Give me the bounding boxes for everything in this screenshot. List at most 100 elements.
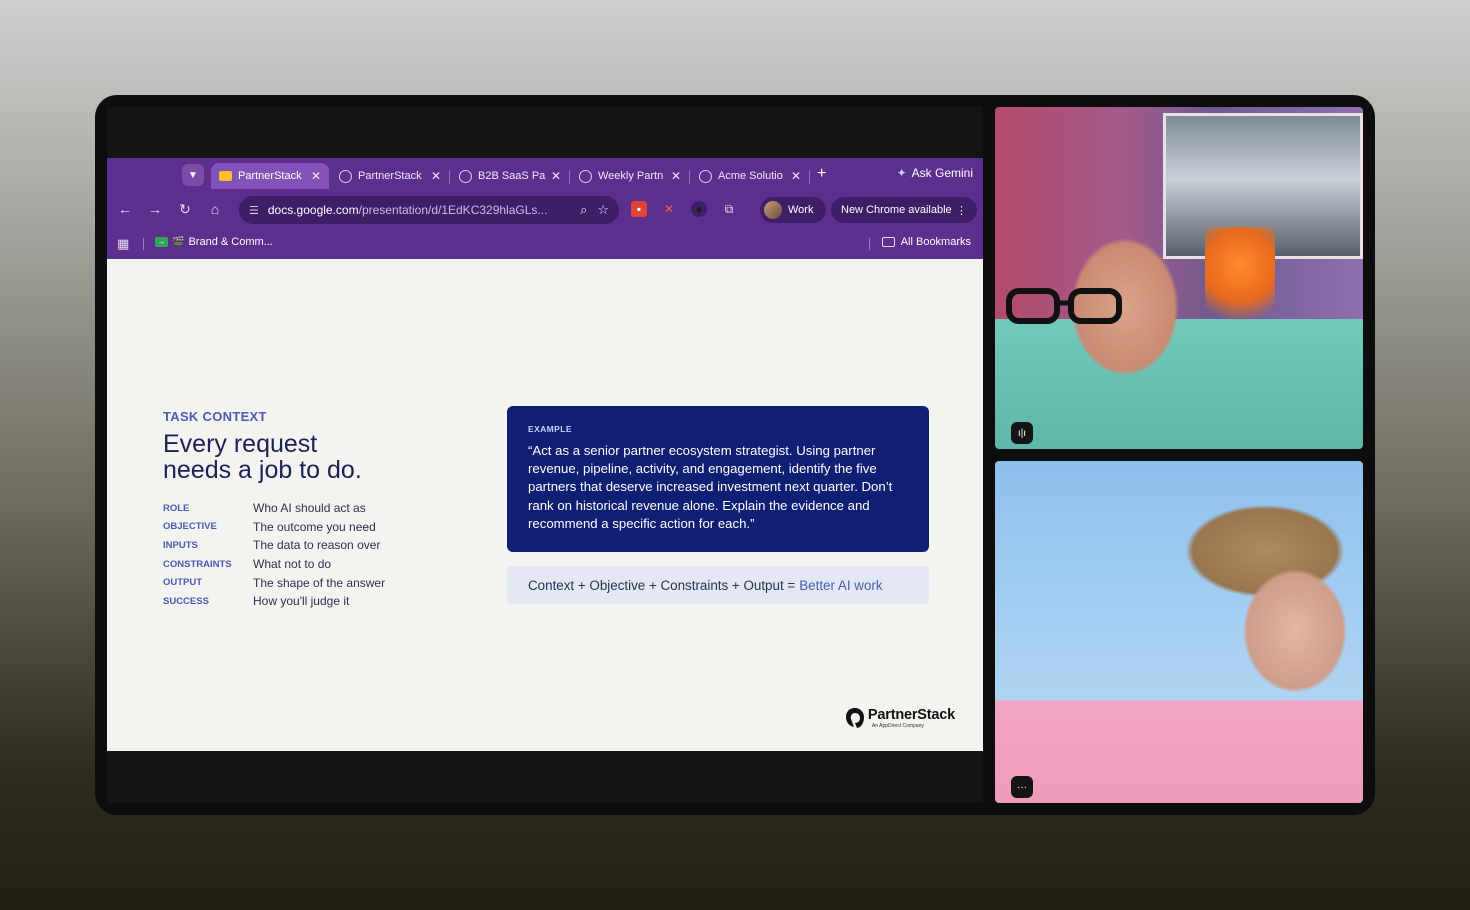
list-item: SUCCESS How you'll judge it bbox=[163, 592, 385, 611]
list-item: OUTPUT The shape of the answer bbox=[163, 573, 385, 592]
plus-icon: + bbox=[817, 165, 827, 182]
row-desc: The outcome you need bbox=[253, 519, 376, 534]
home-icon[interactable]: ⌂ bbox=[205, 201, 225, 217]
row-desc: The data to reason over bbox=[253, 538, 381, 553]
presentation-slide: TASK CONTEXT Every request needs a job t… bbox=[107, 259, 983, 751]
list-item: OBJECTIVE The outcome you need bbox=[163, 518, 385, 537]
bookmarks-divider bbox=[869, 238, 870, 250]
title-line-1: Every request bbox=[163, 430, 318, 458]
kebab-menu-icon[interactable]: ⋮ bbox=[956, 204, 967, 217]
all-bookmarks-label: All Bookmarks bbox=[900, 236, 971, 248]
clapperboard-icon: 🎬 bbox=[172, 236, 185, 248]
plant bbox=[1205, 227, 1275, 337]
url-text: docs.google.com/presentation/d/1EdKC329h… bbox=[268, 203, 570, 217]
tab-label: Acme Solutio bbox=[718, 170, 783, 182]
tab-label: B2B SaaS Pa bbox=[478, 170, 546, 182]
list-item: ROLE Who AI should act as bbox=[163, 499, 385, 518]
tab-divider bbox=[809, 170, 810, 184]
slide-title: Every request needs a job to do. bbox=[163, 431, 463, 483]
row-key: OUTPUT bbox=[163, 577, 203, 589]
audio-level-icon[interactable]: ı|ı bbox=[1011, 422, 1033, 444]
browser-toolbar: ← → ↻ ⌂ ☰ docs.google.com/presentation/d… bbox=[107, 192, 983, 228]
ask-gemini-button[interactable]: ✦ Ask Gemini bbox=[897, 166, 973, 180]
logo-name: PartnerStack bbox=[867, 707, 955, 723]
zoom-icon[interactable]: ⌕ bbox=[580, 202, 587, 218]
close-icon[interactable]: ✕ bbox=[791, 169, 801, 183]
row-key: SUCCESS bbox=[163, 595, 209, 607]
ask-gemini-label: Ask Gemini bbox=[911, 166, 973, 180]
section-label: TASK CONTEXT bbox=[163, 409, 267, 424]
logo-subtitle: An AppDirect Company bbox=[871, 723, 924, 729]
url-path: /presentation/d/1EdKC329hlaGLs... bbox=[358, 203, 548, 217]
title-line-2: needs a job to do. bbox=[163, 456, 362, 484]
bookmarks-bar: ▦ → 🎬 Brand & Comm... All Bookmarks bbox=[107, 228, 983, 259]
meeting-window: ▼ PartnerStack ✕ PartnerStack ✕ B2B SaaS… bbox=[95, 95, 1375, 815]
extension-circle-icon[interactable]: ● bbox=[691, 201, 707, 217]
close-icon[interactable]: ✕ bbox=[431, 169, 441, 183]
tab-divider bbox=[569, 170, 570, 184]
tab-b2b-saas[interactable]: B2B SaaS Pa ✕ bbox=[451, 163, 569, 189]
folder-icon bbox=[881, 237, 895, 247]
row-key: INPUTS bbox=[163, 539, 198, 551]
partnerstack-logo: PartnerStack An AppDirect Company bbox=[845, 707, 955, 729]
profile-button[interactable]: Work bbox=[760, 197, 826, 223]
close-icon[interactable]: ✕ bbox=[311, 169, 321, 183]
tab-partnerstack-active[interactable]: PartnerStack ✕ bbox=[211, 163, 329, 189]
globe-icon bbox=[339, 169, 352, 183]
partnerstack-logo-icon bbox=[845, 708, 864, 728]
example-card: EXAMPLE “Act as a senior partner ecosyst… bbox=[507, 406, 929, 552]
url-host: docs.google.com bbox=[267, 203, 359, 217]
row-key: OBJECTIVE bbox=[163, 521, 217, 533]
example-label: EXAMPLE bbox=[528, 424, 572, 434]
bookmark-brand-comm[interactable]: → 🎬 Brand & Comm... bbox=[155, 236, 273, 248]
participant-video-1[interactable]: ı|ı bbox=[995, 107, 1363, 449]
slides-icon bbox=[219, 171, 232, 181]
back-icon[interactable]: ← bbox=[115, 201, 135, 217]
address-bar[interactable]: ☰ docs.google.com/presentation/d/1EdKC32… bbox=[239, 196, 619, 224]
site-settings-icon[interactable]: ☰ bbox=[249, 204, 259, 217]
arrow-flag-icon: → bbox=[155, 237, 168, 247]
extension-x-icon[interactable]: ✕ bbox=[661, 201, 677, 217]
close-icon[interactable]: ✕ bbox=[551, 169, 561, 183]
example-text: “Act as a senior partner ecosystem strat… bbox=[528, 443, 893, 531]
row-desc: Who AI should act as bbox=[253, 501, 366, 516]
row-desc: What not to do bbox=[253, 557, 332, 572]
reload-icon[interactable]: ↻ bbox=[175, 201, 195, 218]
extension-red-icon[interactable]: ▪ bbox=[631, 201, 647, 217]
row-key: ROLE bbox=[163, 502, 190, 514]
shared-screen: ▼ PartnerStack ✕ PartnerStack ✕ B2B SaaS… bbox=[107, 107, 983, 803]
tab-label: PartnerStack bbox=[358, 170, 422, 182]
tab-bar: ▼ PartnerStack ✕ PartnerStack ✕ B2B SaaS… bbox=[107, 158, 983, 192]
more-options-icon[interactable]: ··· bbox=[1011, 776, 1033, 798]
tab-divider bbox=[689, 170, 690, 184]
participant-video-2[interactable]: ··· bbox=[995, 461, 1363, 803]
forward-icon[interactable]: → bbox=[145, 201, 165, 217]
star-icon[interactable]: ☆ bbox=[597, 202, 609, 218]
tab-partnerstack[interactable]: PartnerStack ✕ bbox=[331, 163, 449, 189]
tab-label: Weekly Partn bbox=[598, 170, 664, 182]
update-chrome-button[interactable]: New Chrome available ⋮ bbox=[831, 197, 977, 223]
row-desc: The shape of the answer bbox=[253, 575, 386, 590]
globe-icon bbox=[459, 169, 472, 183]
row-desc: How you'll judge it bbox=[253, 594, 350, 609]
row-key: CONSTRAINTS bbox=[163, 558, 232, 570]
tab-label: PartnerStack bbox=[238, 170, 302, 182]
extensions-puzzle-icon[interactable]: ⧉ bbox=[721, 201, 737, 217]
bookmarks-divider bbox=[143, 238, 144, 250]
globe-icon bbox=[699, 169, 712, 183]
all-bookmarks-button[interactable]: All Bookmarks bbox=[881, 236, 971, 248]
sparkle-icon: ✦ bbox=[896, 166, 907, 180]
glasses-shape bbox=[1006, 288, 1122, 324]
apps-grid-icon[interactable]: ▦ bbox=[117, 236, 129, 252]
avatar bbox=[764, 201, 782, 219]
update-label: New Chrome available bbox=[841, 204, 952, 216]
close-icon[interactable]: ✕ bbox=[671, 169, 681, 183]
tab-search-button[interactable]: ▼ bbox=[182, 164, 204, 186]
formula-text: Context + Objective + Constraints + Outp… bbox=[528, 577, 796, 593]
formula-result: Better AI work bbox=[799, 577, 883, 593]
tab-acme-solutions[interactable]: Acme Solutio ✕ bbox=[691, 163, 809, 189]
new-tab-button[interactable]: + bbox=[817, 164, 826, 184]
context-list: ROLE Who AI should act as OBJECTIVE The ou… bbox=[163, 499, 385, 611]
chevron-down-icon: ▼ bbox=[188, 169, 198, 181]
tab-weekly-partner[interactable]: Weekly Partn ✕ bbox=[571, 163, 689, 189]
